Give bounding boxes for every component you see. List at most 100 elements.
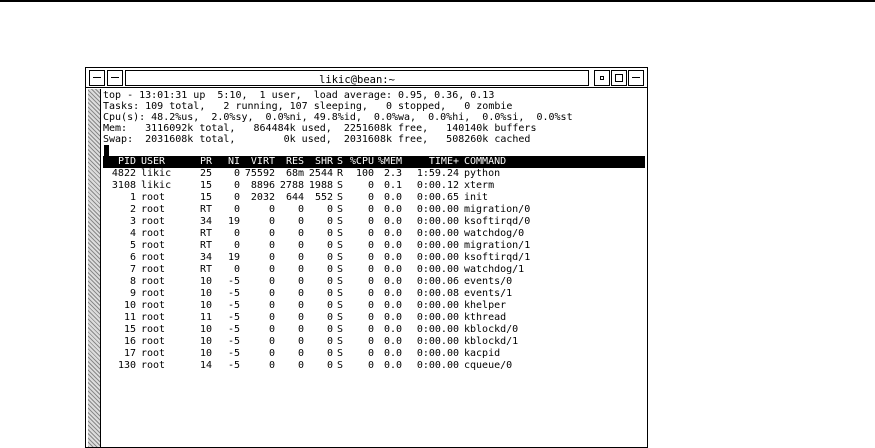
cell-ni: 0 xyxy=(233,240,240,251)
cell-s: S xyxy=(337,240,344,251)
cell-cpu: 0 xyxy=(367,252,374,263)
cell-shr: 0 xyxy=(326,276,333,287)
maximize-button[interactable] xyxy=(611,70,627,86)
cell-pr: 10 xyxy=(200,288,213,299)
cell-time: 0:00.00 xyxy=(416,348,459,359)
summary-line: top - 13:01:31 up 5:10, 1 user, load ave… xyxy=(103,90,495,101)
cell-command: migration/0 xyxy=(464,204,531,215)
summary-line: Swap: 2031608k total, 0k used, 2031608k … xyxy=(103,134,531,145)
cell-s: S xyxy=(337,288,344,299)
cell-res: 0 xyxy=(297,360,304,371)
cell-ni: -5 xyxy=(227,348,240,359)
cell-virt: 0 xyxy=(268,300,275,311)
cell-cpu: 0 xyxy=(367,276,374,287)
minimize-button[interactable] xyxy=(594,70,610,86)
cell-shr: 0 xyxy=(326,252,333,263)
cell-cpu: 0 xyxy=(367,288,374,299)
cell-mem: 0.0 xyxy=(383,264,402,275)
cell-command: python xyxy=(464,168,501,179)
cell-ni: 19 xyxy=(227,216,240,227)
cell-time: 0:00.00 xyxy=(416,336,459,347)
cell-command: kblockd/0 xyxy=(464,324,519,335)
cell-res: 0 xyxy=(297,288,304,299)
cell-cpu: 0 xyxy=(367,204,374,215)
cell-pr: RT xyxy=(200,204,213,215)
cell-res: 0 xyxy=(297,276,304,287)
cell-pr: 10 xyxy=(200,300,213,311)
cell-mem: 0.0 xyxy=(383,228,402,239)
table-row: 3 root 34 19 0 0 0 S 0 0.0 0:00.00 ksoftirqd/0 xyxy=(103,216,645,228)
close-button[interactable] xyxy=(628,70,644,86)
column-header-res: RES xyxy=(285,156,304,167)
cell-ni: 0 xyxy=(233,228,240,239)
table-row: 4822 likic 25 0 75592 68m 2544 R 100 2.3 1:59.24 py… xyxy=(103,168,645,180)
cell-time: 0:00.00 xyxy=(416,228,459,239)
shade-button[interactable] xyxy=(107,70,123,86)
cell-pid: 4 xyxy=(129,228,136,239)
cell-cpu: 0 xyxy=(367,336,374,347)
cell-res: 0 xyxy=(297,216,304,227)
cell-mem: 0.0 xyxy=(383,324,402,335)
cell-virt: 0 xyxy=(268,288,275,299)
cell-time: 0:00.06 xyxy=(416,276,459,287)
terminal-window[interactable]: likic@bean:~ top - 13:01:31 up 5:10, 1 u… xyxy=(85,67,648,448)
cell-virt: 0 xyxy=(268,312,275,323)
cell-time: 0:00.00 xyxy=(416,252,459,263)
cell-virt: 75592 xyxy=(244,168,275,179)
cell-virt: 0 xyxy=(268,324,275,335)
cell-mem: 0.0 xyxy=(383,204,402,215)
window-menu-button[interactable] xyxy=(89,70,105,86)
cell-s: R xyxy=(337,168,344,179)
title-frame[interactable]: likic@bean:~ xyxy=(125,70,589,86)
cell-mem: 0.0 xyxy=(383,192,402,203)
cell-shr: 0 xyxy=(326,216,333,227)
cell-time: 0:00.08 xyxy=(416,288,459,299)
cell-command: kacpid xyxy=(464,348,501,359)
cell-s: S xyxy=(337,312,344,323)
table-row: 130 root 14 -5 0 0 0 S 0 0.0 0:00.00 cqueue/0 xyxy=(103,360,645,372)
top-summary: top - 13:01:31 up 5:10, 1 user, load ave… xyxy=(103,90,645,145)
shade-icon xyxy=(111,77,119,78)
cell-shr: 0 xyxy=(326,312,333,323)
cell-user: root xyxy=(141,192,166,203)
close-icon xyxy=(632,77,640,78)
process-table: 4822 likic 25 0 75592 68m 2544 R 100 2.3 1:59.24 py… xyxy=(103,168,645,372)
cell-time: 0:00.65 xyxy=(416,192,459,203)
cell-cpu: 0 xyxy=(367,324,374,335)
cell-time: 0:00.00 xyxy=(416,264,459,275)
title-bar[interactable]: likic@bean:~ xyxy=(86,68,647,88)
cell-user: root xyxy=(141,240,166,251)
cell-ni: 0 xyxy=(233,204,240,215)
summary-line: Cpu(s): 48.2%us, 2.0%sy, 0.0%ni, 49.8%id… xyxy=(103,112,573,123)
cell-mem: 0.0 xyxy=(383,336,402,347)
column-header-command: COMMAND xyxy=(464,156,507,167)
cell-command: kthread xyxy=(464,312,507,323)
cell-cpu: 0 xyxy=(367,264,374,275)
cell-res: 0 xyxy=(297,240,304,251)
column-header-cpu: %CPU xyxy=(349,156,374,167)
cell-ni: -5 xyxy=(227,276,240,287)
cell-command: ksoftirqd/1 xyxy=(464,252,531,263)
cell-s: S xyxy=(337,228,344,239)
terminal-output[interactable]: top - 13:01:31 up 5:10, 1 user, load ave… xyxy=(103,90,645,447)
cell-command: cqueue/0 xyxy=(464,360,513,371)
cell-mem: 0.0 xyxy=(383,216,402,227)
scrollbar[interactable] xyxy=(88,89,101,447)
cell-res: 0 xyxy=(297,300,304,311)
cell-time: 0:00.00 xyxy=(416,300,459,311)
cell-user: root xyxy=(141,360,166,371)
cell-pr: 10 xyxy=(200,336,213,347)
cell-virt: 0 xyxy=(268,252,275,263)
cell-res: 0 xyxy=(297,228,304,239)
process-table-header: PID USER PR NI VIRT RES SHR S %CPU %MEM TIME+ COMMA… xyxy=(103,156,645,168)
cell-shr: 0 xyxy=(326,288,333,299)
table-row: 15 root 10 -5 0 0 0 S 0 0.0 0:00.00 kblockd/0 xyxy=(103,324,645,336)
cell-ni: -5 xyxy=(227,336,240,347)
cell-time: 0:00.00 xyxy=(416,360,459,371)
cell-command: migration/1 xyxy=(464,240,531,251)
cell-virt: 0 xyxy=(268,360,275,371)
cell-pr: 14 xyxy=(200,360,213,371)
cell-ni: -5 xyxy=(227,300,240,311)
table-row: 4 root RT 0 0 0 0 S 0 0.0 0:00.00 watchdog/0 xyxy=(103,228,645,240)
cell-cpu: 0 xyxy=(367,180,374,191)
